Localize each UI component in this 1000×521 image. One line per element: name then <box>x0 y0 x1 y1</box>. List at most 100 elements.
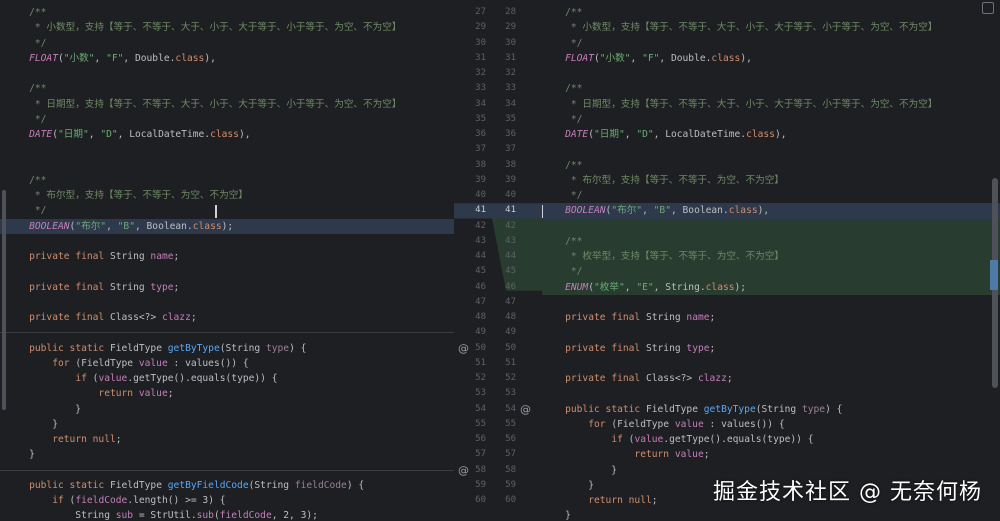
left-line-number[interactable]: 42 <box>464 219 486 234</box>
right-code-line[interactable]: /** <box>542 5 1000 20</box>
right-code-line[interactable]: private final Class<?> clazz; <box>542 371 1000 386</box>
left-code-line[interactable] <box>0 66 454 81</box>
left-code-line[interactable]: /** <box>0 5 454 20</box>
right-code-line[interactable]: /** <box>542 233 1000 249</box>
right-line-number[interactable]: 44 <box>494 249 516 264</box>
left-code-line[interactable]: * 日期型，支持【等于、不等于、大于、小于、大于等于、小于等于、为空、不为空】 <box>0 97 454 112</box>
left-code-line[interactable]: if (fieldCode.length() >= 3) { <box>0 493 454 508</box>
left-code-line[interactable]: } <box>0 447 454 462</box>
right-code-line[interactable]: public static FieldType getByType(String… <box>542 402 1000 417</box>
right-code-line[interactable]: */ <box>542 36 1000 51</box>
left-code-line[interactable]: private final Class<?> clazz; <box>0 310 454 325</box>
right-line-number[interactable]: 39 <box>494 173 516 188</box>
right-line-number[interactable]: 29 <box>494 20 516 35</box>
left-code-line[interactable]: if (value.getType().equals(type)) { <box>0 371 454 386</box>
right-line-number[interactable]: 45 <box>494 264 516 279</box>
left-line-number[interactable]: 27 <box>464 5 486 20</box>
left-line-number[interactable]: 56 <box>464 432 486 447</box>
left-line-number[interactable]: 32 <box>464 66 486 81</box>
right-code-line[interactable]: */ <box>542 264 1000 280</box>
right-code-line[interactable] <box>542 66 1000 81</box>
left-code-line[interactable]: private final String type; <box>0 280 454 295</box>
right-line-number[interactable]: 42 <box>494 219 516 234</box>
left-line-number[interactable]: 30 <box>464 36 486 51</box>
left-code-line[interactable]: */ <box>0 112 454 127</box>
left-code-line[interactable]: private final String name; <box>0 249 454 264</box>
left-code-line[interactable]: String sub = StrUtil.sub(fieldCode, 2, 3… <box>0 508 454 521</box>
right-code-line[interactable]: return value; <box>542 447 1000 462</box>
left-code-line[interactable]: DATE("日期", "D", LocalDateTime.class), <box>0 127 454 142</box>
right-line-number[interactable]: 34 <box>494 97 516 112</box>
left-code-line[interactable]: BOOLEAN("布尔", "B", Boolean.class); <box>0 218 454 234</box>
right-code-line[interactable] <box>542 295 1000 310</box>
right-code-line[interactable]: /** <box>542 158 1000 173</box>
right-code-line[interactable]: if (value.getType().equals(type)) { <box>542 432 1000 447</box>
left-code-line[interactable]: */ <box>0 36 454 51</box>
right-code-line[interactable] <box>542 386 1000 401</box>
left-line-number[interactable]: 49 <box>464 325 486 340</box>
left-code-line[interactable]: */ <box>0 203 454 218</box>
right-code-line[interactable]: * 日期型，支持【等于、不等于、大于、小于、大于等于、小于等于、为空、不为空】 <box>542 97 1000 112</box>
left-line-number[interactable]: 60 <box>464 493 486 508</box>
left-line-number[interactable]: 48 <box>464 310 486 325</box>
right-line-number[interactable]: 50 <box>494 341 516 356</box>
left-code-line[interactable]: for (FieldType value : values()) { <box>0 356 454 371</box>
left-code-line[interactable]: FLOAT("小数", "F", Double.class), <box>0 51 454 66</box>
left-code-line[interactable]: } <box>0 417 454 432</box>
left-line-number[interactable]: 47 <box>464 295 486 310</box>
right-line-number[interactable]: 55 <box>494 417 516 432</box>
right-line-number[interactable]: 36 <box>494 127 516 142</box>
left-line-number[interactable]: 38 <box>464 158 486 173</box>
left-line-number[interactable]: 44 <box>464 249 486 264</box>
left-line-number[interactable]: 39 <box>464 173 486 188</box>
right-line-number[interactable]: 59 <box>494 478 516 493</box>
left-line-number[interactable]: 36 <box>464 127 486 142</box>
left-code-line[interactable] <box>0 295 454 310</box>
left-line-number[interactable]: 41 <box>464 203 486 218</box>
left-code-line[interactable] <box>0 234 454 249</box>
left-code-line[interactable] <box>0 264 454 279</box>
left-line-number[interactable]: 57 <box>464 447 486 462</box>
left-code-line[interactable]: public static FieldType getByType(String… <box>0 341 454 356</box>
left-line-number[interactable]: 46 <box>464 280 486 295</box>
override-icon[interactable]: @ <box>458 342 469 355</box>
left-line-number[interactable]: 40 <box>464 188 486 203</box>
left-code-line[interactable] <box>0 158 454 173</box>
right-line-number[interactable]: 49 <box>494 325 516 340</box>
left-code-line[interactable]: public static FieldType getByFieldCode(S… <box>0 478 454 493</box>
right-line-number[interactable]: 40 <box>494 188 516 203</box>
right-line-number[interactable]: 33 <box>494 81 516 96</box>
left-line-number[interactable]: 55 <box>464 417 486 432</box>
right-line-number[interactable]: 37 <box>494 142 516 157</box>
left-code-line[interactable]: return null; <box>0 432 454 447</box>
right-line-number[interactable]: 53 <box>494 386 516 401</box>
right-code-line[interactable]: /** <box>542 81 1000 96</box>
left-line-number[interactable]: 43 <box>464 234 486 249</box>
right-code-line[interactable] <box>542 142 1000 157</box>
right-code-line[interactable]: for (FieldType value : values()) { <box>542 417 1000 432</box>
right-code-line[interactable]: DATE("日期", "D", LocalDateTime.class), <box>542 127 1000 142</box>
override-icon[interactable]: @ <box>520 403 531 416</box>
right-line-number[interactable]: 28 <box>494 5 516 20</box>
right-code-line[interactable]: * 小数型，支持【等于、不等于、大于、小于、大于等于、小于等于、为空、不为空】 <box>542 20 1000 35</box>
right-code-line[interactable]: } <box>542 508 1000 521</box>
right-line-number[interactable]: 32 <box>494 66 516 81</box>
right-code-line[interactable]: private final String type; <box>542 341 1000 356</box>
left-line-number[interactable]: 52 <box>464 371 486 386</box>
left-line-number[interactable]: 33 <box>464 81 486 96</box>
override-icon[interactable]: @ <box>458 464 469 477</box>
right-code-line[interactable] <box>542 218 1000 234</box>
right-editor-pane[interactable]: /** * 小数型，支持【等于、不等于、大于、小于、大于等于、小于等于、为空、不… <box>542 0 1000 521</box>
left-code-line[interactable]: } <box>0 402 454 417</box>
left-line-number[interactable]: 35 <box>464 112 486 127</box>
left-code-line[interactable]: /** <box>0 173 454 188</box>
left-line-number[interactable]: 53 <box>464 386 486 401</box>
right-code-line[interactable]: FLOAT("小数", "F", Double.class), <box>542 51 1000 66</box>
left-line-number[interactable]: 37 <box>464 142 486 157</box>
panel-options-icon[interactable] <box>982 2 994 14</box>
left-line-number[interactable]: 59 <box>464 478 486 493</box>
right-code-line[interactable]: */ <box>542 188 1000 203</box>
right-line-number[interactable]: 35 <box>494 112 516 127</box>
right-line-number[interactable]: 48 <box>494 310 516 325</box>
right-line-number[interactable]: 60 <box>494 493 516 508</box>
